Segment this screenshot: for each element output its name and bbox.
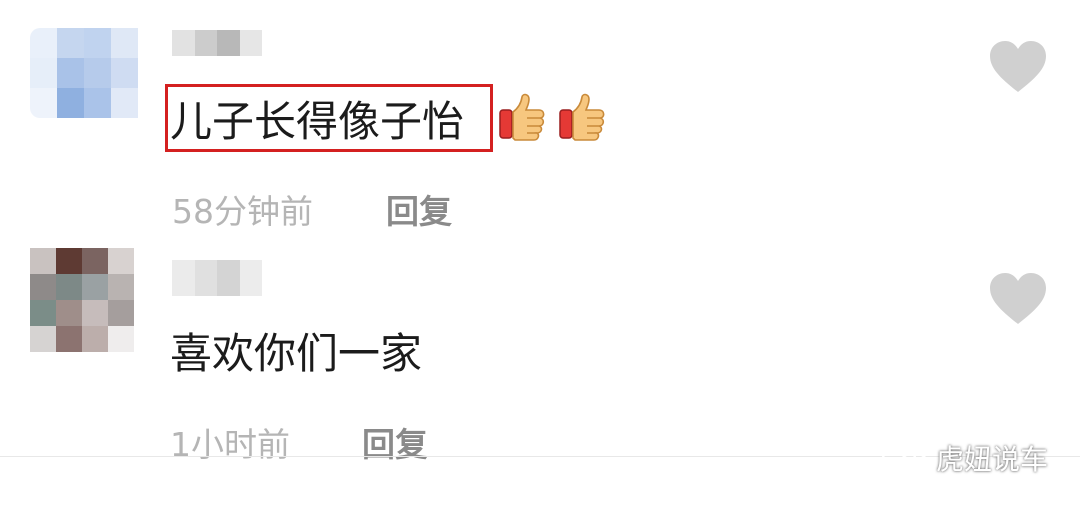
avatar[interactable]	[30, 28, 138, 118]
watermark-text: 虎妞说车	[936, 443, 1049, 476]
reply-button[interactable]: 回复	[386, 185, 452, 233]
avatar[interactable]	[30, 248, 134, 352]
thumbs-up-icon	[499, 93, 545, 141]
heart-icon	[990, 273, 1046, 324]
watermark: 虎妞说车	[880, 438, 1048, 478]
comment-item: 儿子长得像子怡 58分钟前 回复	[0, 0, 1080, 250]
comment-time: 58分钟前	[172, 192, 313, 231]
username-blurred[interactable]	[172, 30, 262, 56]
username-blurred[interactable]	[172, 260, 262, 296]
comment-list: 儿子长得像子怡 58分钟前 回复 喜欢你们一家 1小时前 回复 虎妞说车	[0, 0, 1080, 505]
comment-text: 儿子长得像子怡	[170, 97, 465, 146]
heart-icon	[990, 41, 1046, 92]
like-button[interactable]	[988, 40, 1048, 94]
wechat-logo-icon	[881, 439, 929, 475]
comment-item: 喜欢你们一家 1小时前 回复	[0, 245, 1080, 464]
comment-text: 喜欢你们一家	[170, 329, 423, 378]
reply-button[interactable]: 回复	[362, 418, 428, 466]
comment-time: 1小时前	[170, 425, 290, 464]
like-button[interactable]	[988, 272, 1048, 326]
thumbs-up-icon	[559, 93, 605, 141]
